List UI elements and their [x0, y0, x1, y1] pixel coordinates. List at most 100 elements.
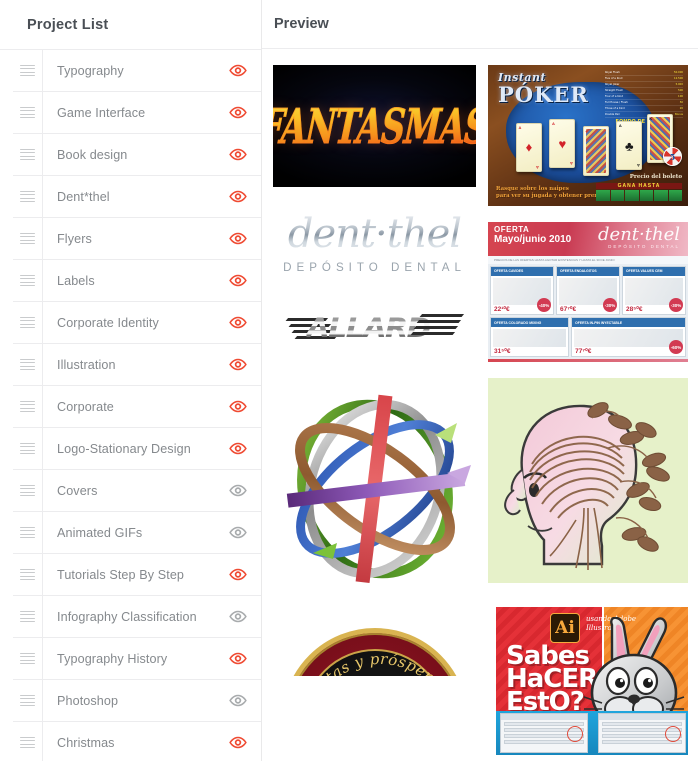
- drag-handle-lines: [20, 149, 35, 160]
- portfolio-manager-window: Project List Typography Game Interface Boo…: [0, 0, 698, 761]
- project-row[interactable]: Game Interface: [13, 92, 261, 134]
- flyer-offer-cell: OFERTA IN-PIN INYECTABLE 77⁷⁰€ -60%: [571, 317, 686, 358]
- playing-card: A ♣ A: [616, 120, 643, 171]
- project-row[interactable]: Christmas: [13, 722, 261, 761]
- preview-thumbnail-christmas-seal[interactable]: iestas y próspero a: [273, 614, 476, 676]
- eye-icon: [229, 190, 247, 203]
- preview-thumbnail-instant-poker[interactable]: Instant PÓKER Royal Flush 50.000 Five of …: [488, 65, 688, 206]
- preview-thumbnail-ribbon-sphere[interactable]: [273, 373, 476, 598]
- preview-thumbnail-dental-offer-flyer[interactable]: OFERTA Mayo/junio 2010 dent·thel DEPÓSIT…: [488, 222, 688, 362]
- preview-column-left: FANTASMAS dent·thel DEPÓSITO DENTAL ALLA…: [273, 65, 476, 755]
- drag-handle-icon[interactable]: [13, 470, 43, 511]
- drag-handle-icon[interactable]: [13, 638, 43, 679]
- drag-handle-icon[interactable]: [13, 554, 43, 595]
- preview-thumbnail-allard-logo[interactable]: ALLARD: [273, 301, 476, 357]
- project-row[interactable]: Typography History: [13, 638, 261, 680]
- eye-icon: [229, 274, 247, 287]
- drag-handle-icon[interactable]: [13, 260, 43, 301]
- project-row[interactable]: Corporate: [13, 386, 261, 428]
- eye-icon: [229, 442, 247, 455]
- visibility-toggle[interactable]: [215, 218, 261, 259]
- project-row[interactable]: Illustration: [13, 344, 261, 386]
- speed-line-icon: [419, 314, 464, 317]
- drag-handle-icon[interactable]: [13, 50, 43, 91]
- visibility-toggle[interactable]: [215, 470, 261, 511]
- cell-discount-badge: -60%: [668, 340, 683, 355]
- preview-thumbnail-fantasmas[interactable]: FANTASMAS: [273, 65, 476, 187]
- drag-handle-icon[interactable]: [13, 386, 43, 427]
- visibility-toggle[interactable]: [215, 638, 261, 679]
- visibility-toggle[interactable]: [215, 260, 261, 301]
- flyer-offer-grid-bottom: OFERTA COLORADO MIXING 31⁵⁰€ OFERTA IN-P…: [488, 317, 688, 359]
- project-row[interactable]: Logo-Stationary Design: [13, 428, 261, 470]
- preview-thumbnail-head-illustration[interactable]: [488, 378, 688, 583]
- project-row[interactable]: Photoshop: [13, 680, 261, 722]
- drag-handle-lines: [20, 359, 35, 370]
- project-row[interactable]: Infography Classification: [13, 596, 261, 638]
- project-row[interactable]: Animated GIFs: [13, 512, 261, 554]
- dent-thel-wordmark: dent·thel: [287, 211, 462, 257]
- visibility-toggle[interactable]: [215, 596, 261, 637]
- visibility-toggle[interactable]: [215, 50, 261, 91]
- visibility-toggle[interactable]: [215, 680, 261, 721]
- card-corner: A: [636, 163, 640, 169]
- drag-handle-lines: [20, 485, 35, 496]
- poker-title: Instant PÓKER: [498, 71, 589, 107]
- allard-logo: ALLARD: [285, 311, 464, 347]
- drag-handle-icon[interactable]: [13, 134, 43, 175]
- drag-handle-icon[interactable]: [13, 92, 43, 133]
- allard-wordmark: ALLARD: [305, 313, 431, 344]
- drag-handle-lines: [20, 317, 35, 328]
- project-name: Covers: [57, 483, 98, 498]
- project-name: Dent*thel: [57, 189, 110, 204]
- visibility-toggle[interactable]: [215, 302, 261, 343]
- drag-handle-icon[interactable]: [13, 512, 43, 553]
- visibility-toggle[interactable]: [215, 176, 261, 217]
- project-row[interactable]: Tutorials Step By Step: [13, 554, 261, 596]
- poker-chip-icon: 5: [663, 147, 682, 166]
- project-row[interactable]: Dent*thel: [13, 176, 261, 218]
- dent-thel-tagline: DEPÓSITO DENTAL: [283, 261, 466, 274]
- preview-thumbnail-sabes-hacer-esto[interactable]: Ai usando Adobe Illustrator Sabes HaCER …: [488, 599, 688, 755]
- project-list: Typography Game Interface Book design Dent*…: [0, 49, 261, 761]
- cell-price: 31⁵⁰€: [494, 348, 511, 356]
- project-row[interactable]: Typography: [13, 50, 261, 92]
- flyer-offer-cell: OFERTA ENDALGITOS 67⁷⁰€ -30%: [556, 265, 620, 316]
- highlight-ring-icon: [567, 726, 583, 742]
- visibility-toggle[interactable]: [215, 92, 261, 133]
- visibility-toggle[interactable]: [215, 554, 261, 595]
- visibility-toggle[interactable]: [215, 386, 261, 427]
- project-row[interactable]: Labels: [13, 260, 261, 302]
- card-corner: A: [569, 161, 573, 167]
- drag-handle-icon[interactable]: [13, 176, 43, 217]
- drag-handle-icon[interactable]: [13, 428, 43, 469]
- drag-handle-icon[interactable]: [13, 344, 43, 385]
- eye-icon: [229, 694, 247, 707]
- drag-handle-icon[interactable]: [13, 302, 43, 343]
- visibility-toggle[interactable]: [215, 134, 261, 175]
- playing-card: A ♦ A: [516, 122, 542, 173]
- project-row[interactable]: Covers: [13, 470, 261, 512]
- visibility-toggle[interactable]: [215, 512, 261, 553]
- drag-handle-icon[interactable]: [13, 680, 43, 721]
- drag-handle-lines: [20, 569, 35, 580]
- card-face-art: [585, 129, 606, 173]
- project-row[interactable]: Corporate Identity: [13, 302, 261, 344]
- seal-arc-label: iestas y próspero a: [304, 650, 455, 676]
- drag-handle-lines: [20, 611, 35, 622]
- drag-handle-icon[interactable]: [13, 722, 43, 761]
- eye-icon: [229, 358, 247, 371]
- eye-icon: [229, 736, 247, 749]
- drag-handle-icon[interactable]: [13, 596, 43, 637]
- visibility-toggle[interactable]: [215, 428, 261, 469]
- cell-product-image: [574, 329, 683, 348]
- project-row[interactable]: Book design: [13, 134, 261, 176]
- preview-thumbnail-dent-thel-logo[interactable]: dent·thel DEPÓSITO DENTAL: [273, 203, 476, 285]
- project-name: Game Interface: [57, 105, 146, 120]
- visibility-toggle[interactable]: [215, 722, 261, 761]
- drag-handle-icon[interactable]: [13, 218, 43, 259]
- project-row[interactable]: Flyers: [13, 218, 261, 260]
- visibility-toggle[interactable]: [215, 344, 261, 385]
- prize-amount-digits: [596, 190, 682, 201]
- cell-price: 77⁷⁰€: [575, 348, 592, 356]
